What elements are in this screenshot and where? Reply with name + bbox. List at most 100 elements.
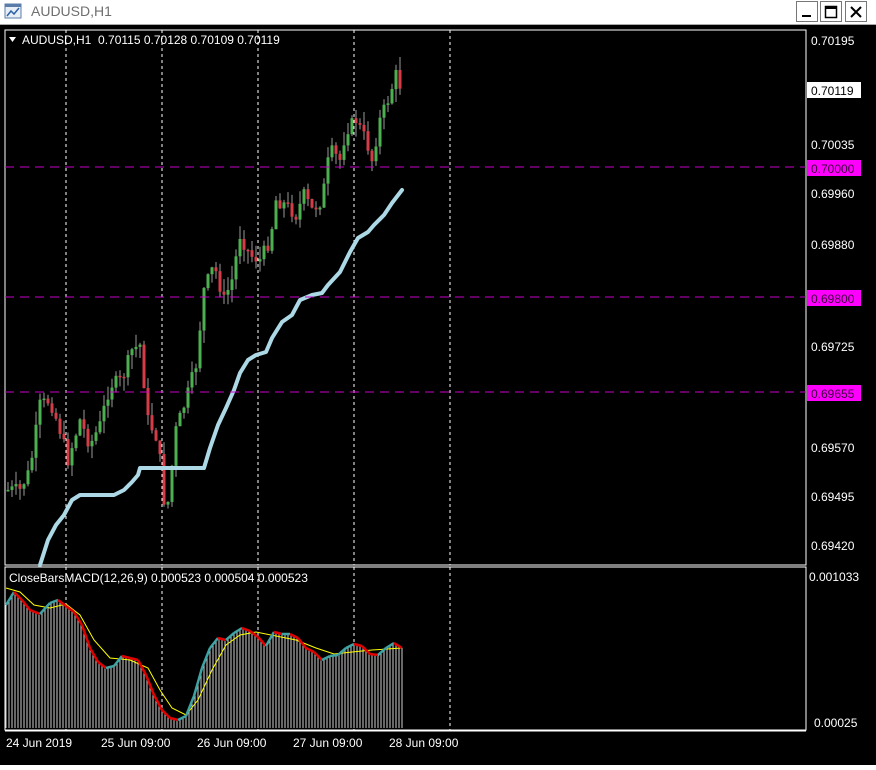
macd-line-segment	[136, 659, 148, 676]
candle-body	[294, 216, 298, 220]
candle-body	[182, 407, 186, 413]
price-tick: 0.69725	[811, 340, 855, 354]
candle-body	[194, 368, 198, 373]
candle-body	[250, 250, 254, 257]
chart-window-icon	[4, 3, 22, 19]
candle-body	[298, 203, 302, 220]
close-button[interactable]	[845, 1, 867, 22]
candle-body	[266, 245, 270, 251]
candle-body	[202, 288, 206, 331]
candle-body	[282, 202, 286, 209]
candle-body	[198, 330, 202, 369]
candle-body	[14, 484, 18, 487]
candle-body	[374, 146, 378, 162]
candle-body	[74, 435, 78, 449]
candle-body	[362, 124, 366, 132]
maximize-button[interactable]	[820, 1, 842, 22]
candle-body	[106, 399, 110, 406]
macd-line-segment	[21, 599, 31, 611]
close-icon	[850, 5, 862, 18]
candle-body	[62, 433, 66, 440]
price-scale: 0.70195 0.70035 0.69960 0.69880 0.69725 …	[807, 34, 861, 730]
candle-body	[90, 440, 94, 447]
price-tick: 0.70195	[811, 34, 855, 48]
candle-body	[186, 387, 190, 408]
price-tick: 0.69495	[811, 490, 855, 504]
candle-body	[86, 428, 90, 447]
chart-area[interactable]: 0.70195 0.70035 0.69960 0.69880 0.69725 …	[0, 25, 876, 765]
candle-body	[326, 157, 330, 184]
macd-line-segment	[113, 655, 123, 667]
candle-body	[6, 489, 10, 492]
candle-body	[310, 199, 314, 208]
chart-canvas[interactable]: 0.70195 0.70035 0.69960 0.69880 0.69725 …	[0, 25, 876, 765]
indicator-header: CloseBarsMACD(12,26,9) 0.000523 0.000504…	[9, 571, 308, 585]
time-label: 26 Jun 09:00	[197, 736, 267, 750]
candle-body	[398, 70, 402, 89]
candle-body	[390, 89, 394, 104]
candle-body	[222, 291, 226, 295]
macd-line-segment	[88, 647, 100, 663]
moving-average-line	[38, 188, 404, 567]
candle-body	[18, 484, 22, 489]
candle-body	[130, 349, 134, 356]
candle-body	[82, 419, 86, 429]
time-label: 24 Jun 2019	[6, 736, 72, 750]
title-bar: AUDUSD,H1	[0, 0, 876, 25]
candle-body	[254, 256, 258, 262]
candle-body	[302, 189, 306, 204]
macd-line-segment	[393, 641, 403, 650]
macd-line-segment	[209, 637, 219, 649]
macd-line-segment	[257, 636, 267, 647]
candle-body	[270, 229, 274, 251]
macd-line-segment	[80, 624, 92, 649]
indicator-tick: 0.001033	[809, 570, 859, 584]
candle-body	[346, 134, 350, 146]
macd-line-segment	[4, 591, 16, 606]
candle-body	[46, 398, 50, 404]
candle-body	[290, 203, 294, 217]
level-label: 0.70000	[811, 162, 855, 176]
candle-body	[330, 145, 334, 158]
candle-body	[102, 405, 106, 422]
candle-body	[154, 430, 158, 441]
minimize-icon	[802, 14, 811, 17]
macd-line-segment	[29, 608, 41, 616]
candle-body	[26, 470, 30, 485]
candle-body	[370, 150, 374, 162]
level-lines	[5, 166, 806, 393]
candle-body	[238, 239, 242, 257]
candle-body	[70, 448, 74, 466]
candle-body	[22, 484, 26, 489]
current-price-label: 0.70119	[811, 84, 854, 98]
macd-line-segment	[233, 626, 243, 635]
candle-body	[258, 259, 262, 262]
candle-body	[38, 399, 42, 425]
candle-body	[174, 426, 178, 466]
candle-body	[10, 486, 14, 490]
candle-body	[42, 398, 46, 401]
candle-body	[206, 274, 210, 289]
price-tick: 0.70035	[811, 138, 855, 152]
macd-line-segment	[321, 654, 331, 662]
candle-body	[218, 271, 222, 292]
candle-body	[98, 421, 102, 433]
candle-body	[226, 290, 230, 295]
candle-body	[334, 145, 338, 154]
minimize-button[interactable]	[796, 1, 818, 22]
candle-body	[262, 245, 266, 260]
candle-body	[210, 267, 214, 275]
candle-body	[378, 117, 382, 147]
candle-body	[358, 123, 362, 125]
time-label: 25 Jun 09:00	[101, 736, 171, 750]
candle-body	[66, 439, 70, 466]
price-tick: 0.69880	[811, 238, 855, 252]
candle-body	[30, 457, 34, 471]
chart-menu-arrow-icon[interactable]	[9, 37, 16, 42]
candle-body	[178, 412, 182, 427]
macd-line-segment	[345, 642, 355, 650]
candle-body	[58, 418, 62, 434]
candle-body	[134, 346, 138, 350]
macd-line-segment	[177, 714, 187, 722]
candle-body	[142, 344, 146, 389]
